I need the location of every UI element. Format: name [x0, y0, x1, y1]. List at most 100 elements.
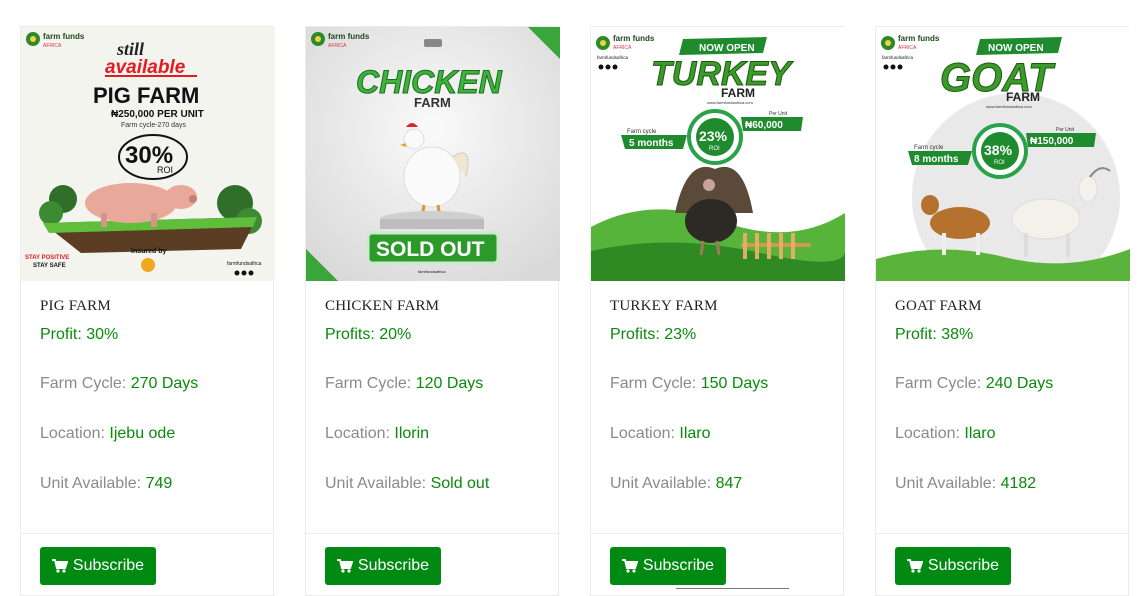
- farm-cycle-label: Farm Cycle:: [325, 375, 412, 392]
- chicken-farm-banner-image[interactable]: farm funds AFRICA CHICKEN FARM SOLD OUT …: [306, 27, 560, 281]
- unit-available-row: Unit Available: 847: [610, 475, 742, 493]
- brand-text: farm funds: [43, 32, 85, 41]
- card-title: PIG FARM: [40, 298, 111, 314]
- farm-cycle-value: 270 Days: [130, 375, 199, 392]
- farm-cycle-row: Farm Cycle: 270 Days: [40, 375, 198, 393]
- svg-text:Per Unit: Per Unit: [1056, 127, 1075, 133]
- svg-text:farmfundsafrica: farmfundsafrica: [597, 55, 629, 60]
- location-label: Location:: [40, 425, 105, 442]
- card-title: GOAT FARM: [895, 298, 982, 314]
- unit-available-row: Unit Available: Sold out: [325, 475, 489, 493]
- svg-text:FARM: FARM: [414, 95, 451, 110]
- unit-available-value: 4182: [1000, 475, 1037, 492]
- unit-available-label: Unit Available:: [610, 475, 712, 492]
- svg-text:5 months: 5 months: [629, 138, 674, 149]
- svg-text:PIG FARM: PIG FARM: [93, 83, 199, 108]
- svg-text:STAY SAFE: STAY SAFE: [33, 263, 66, 269]
- profit-text: Profit: 38%: [895, 326, 974, 343]
- svg-text:available: available: [105, 57, 186, 78]
- svg-text:23%: 23%: [699, 128, 728, 144]
- farm-cycle-label: Farm Cycle:: [610, 375, 697, 392]
- shopping-cart-icon: [51, 559, 68, 573]
- product-card-chicken-farm: farm funds AFRICA CHICKEN FARM SOLD OUT …: [305, 26, 560, 596]
- profit-text: Profit: 30%: [40, 326, 119, 343]
- svg-text:farm funds: farm funds: [898, 34, 940, 43]
- farm-cycle-value: 120 Days: [415, 375, 484, 392]
- svg-text:STAY POSITIVE: STAY POSITIVE: [25, 255, 69, 261]
- location-row: Location: Ilorin: [325, 425, 429, 443]
- svg-text:₦60,000: ₦60,000: [745, 120, 783, 131]
- card-divider: [591, 533, 843, 534]
- unit-available-value: 847: [715, 475, 743, 492]
- unit-available-row: Unit Available: 4182: [895, 475, 1036, 493]
- subscribe-button[interactable]: Subscribe: [610, 547, 726, 585]
- pig-farm-banner-image[interactable]: farm funds AFRICA still available PIG FA…: [21, 27, 275, 281]
- subscribe-button[interactable]: Subscribe: [325, 547, 441, 585]
- subscribe-label: Subscribe: [642, 557, 715, 574]
- svg-text:farm funds: farm funds: [328, 32, 370, 41]
- svg-text:NOW OPEN: NOW OPEN: [699, 43, 755, 54]
- svg-text:Farm cycle-270 days: Farm cycle-270 days: [121, 122, 186, 129]
- location-label: Location:: [325, 425, 390, 442]
- farm-cycle-value: 240 Days: [985, 375, 1054, 392]
- subscribe-button[interactable]: Subscribe: [40, 547, 156, 585]
- turkey-farm-banner-image[interactable]: farm funds AFRICA farmfundsafrica NOW OP…: [591, 27, 845, 281]
- unit-available-label: Unit Available:: [40, 475, 142, 492]
- svg-text:₦250,000 PER UNIT: ₦250,000 PER UNIT: [111, 109, 204, 120]
- shopping-cart-icon: [906, 559, 923, 573]
- svg-text:www.farmfundsafrica.com: www.farmfundsafrica.com: [707, 100, 753, 105]
- svg-text:AFRICA: AFRICA: [328, 43, 347, 49]
- unit-available-value: 749: [145, 475, 173, 492]
- svg-text:Per Unit: Per Unit: [769, 111, 788, 117]
- farm-cycle-row: Farm Cycle: 240 Days: [895, 375, 1053, 393]
- svg-text:ROI: ROI: [994, 160, 1005, 166]
- shopping-cart-icon: [336, 559, 353, 573]
- goat-farm-banner-image[interactable]: farm funds AFRICA farmfundsafrica NOW OP…: [876, 27, 1130, 281]
- svg-text:FARM: FARM: [721, 86, 755, 100]
- location-row: Location: Ilaro: [895, 425, 996, 443]
- svg-text:AFRICA: AFRICA: [43, 43, 62, 49]
- svg-text:SOLD OUT: SOLD OUT: [376, 238, 485, 261]
- svg-text:AFRICA: AFRICA: [898, 45, 917, 51]
- unit-available-label: Unit Available:: [895, 475, 997, 492]
- farm-cycle-value: 150 Days: [700, 375, 769, 392]
- location-value: Ijebu ode: [109, 425, 176, 442]
- location-row: Location: Ilaro: [610, 425, 711, 443]
- unit-available-label: Unit Available:: [325, 475, 427, 492]
- subscribe-button[interactable]: Subscribe: [895, 547, 1011, 585]
- farm-cycle-label: Farm Cycle:: [895, 375, 982, 392]
- svg-text:Farm cycle: Farm cycle: [914, 145, 944, 151]
- card-divider: [21, 533, 273, 534]
- svg-text:farmfundsafrica: farmfundsafrica: [882, 55, 914, 60]
- unit-available-row: Unit Available: 749: [40, 475, 172, 493]
- svg-text:NOW OPEN: NOW OPEN: [988, 43, 1044, 54]
- unit-available-value: Sold out: [430, 475, 490, 492]
- profit-text: Profits: 20%: [325, 326, 412, 343]
- svg-text:38%: 38%: [984, 142, 1013, 158]
- product-card-pig-farm: farm funds AFRICA still available PIG FA…: [20, 26, 275, 596]
- svg-text:farmfundsafrica: farmfundsafrica: [227, 261, 262, 267]
- location-value: Ilaro: [679, 425, 711, 442]
- location-label: Location:: [895, 425, 960, 442]
- subscribe-label: Subscribe: [72, 557, 145, 574]
- profit-text: Profits: 23%: [610, 326, 697, 343]
- location-label: Location:: [610, 425, 675, 442]
- svg-text:8 months: 8 months: [914, 154, 959, 165]
- card-title: TURKEY FARM: [610, 298, 718, 314]
- subscribe-label: Subscribe: [357, 557, 430, 574]
- farm-cycle-label: Farm Cycle:: [40, 375, 127, 392]
- svg-text:₦150,000: ₦150,000: [1030, 136, 1074, 147]
- svg-text:still: still: [116, 39, 144, 59]
- svg-text:FARM: FARM: [1006, 90, 1040, 104]
- location-value: Ilorin: [394, 425, 430, 442]
- farm-cycle-row: Farm Cycle: 150 Days: [610, 375, 768, 393]
- svg-text:Farm cycle: Farm cycle: [627, 129, 657, 135]
- card-title: CHICKEN FARM: [325, 298, 440, 314]
- svg-text:www.farmfundsafrica.com: www.farmfundsafrica.com: [986, 104, 1032, 109]
- svg-text:ROI: ROI: [709, 146, 720, 152]
- card-divider: [876, 533, 1128, 534]
- svg-text:ROI: ROI: [157, 165, 173, 175]
- subscribe-label: Subscribe: [927, 557, 1000, 574]
- svg-text:farmfundsafrica: farmfundsafrica: [418, 269, 446, 274]
- svg-text:Insured by: Insured by: [131, 248, 167, 255]
